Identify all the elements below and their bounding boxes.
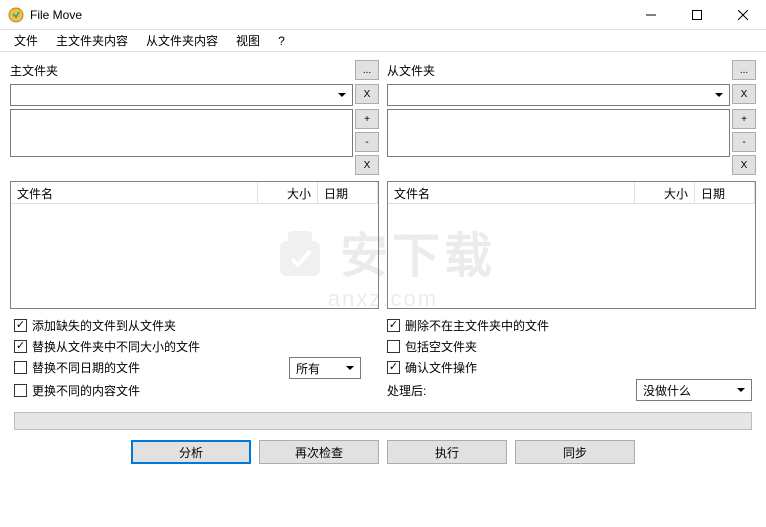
main-folder-label: 主文件夹 bbox=[10, 62, 355, 79]
process-after-select[interactable]: 没做什么 bbox=[636, 379, 752, 401]
window-controls bbox=[628, 0, 766, 30]
execute-button[interactable]: 执行 bbox=[387, 440, 507, 464]
close-button[interactable] bbox=[720, 0, 766, 30]
chk-confirm-ops[interactable] bbox=[387, 361, 400, 374]
sub-folder-listbox[interactable] bbox=[387, 109, 730, 157]
recheck-button[interactable]: 再次检查 bbox=[259, 440, 379, 464]
sub-folder-combo[interactable] bbox=[387, 84, 730, 106]
chk-replace-diff-date[interactable] bbox=[14, 361, 27, 374]
main-list-add-button[interactable]: + bbox=[355, 109, 379, 129]
sub-list-add-button[interactable]: + bbox=[732, 109, 756, 129]
menu-help[interactable]: ? bbox=[270, 32, 293, 50]
chk-replace-diff-content[interactable] bbox=[14, 384, 27, 397]
main-file-table[interactable]: 文件名 大小 日期 bbox=[10, 181, 379, 309]
minimize-button[interactable] bbox=[628, 0, 674, 30]
sub-list-clear-button[interactable]: X bbox=[732, 155, 756, 175]
main-col-size[interactable]: 大小 bbox=[258, 182, 318, 203]
lbl-delete-not-in-main: 删除不在主文件夹中的文件 bbox=[405, 317, 549, 334]
sub-list-remove-button[interactable]: - bbox=[732, 132, 756, 152]
options-area: 添加缺失的文件到从文件夹 替换从文件夹中不同大小的文件 替换不同日期的文件 所有… bbox=[0, 309, 766, 402]
process-after-value: 没做什么 bbox=[643, 384, 691, 398]
analyze-button[interactable]: 分析 bbox=[131, 440, 251, 464]
menu-view[interactable]: 视图 bbox=[228, 30, 268, 51]
lbl-add-missing: 添加缺失的文件到从文件夹 bbox=[32, 317, 176, 334]
titlebar: File Move bbox=[0, 0, 766, 30]
bottom-buttons: 分析 再次检查 执行 同步 bbox=[0, 434, 766, 472]
chk-add-missing[interactable] bbox=[14, 319, 27, 332]
sub-combo-clear-button[interactable]: X bbox=[732, 84, 756, 104]
progress-bar bbox=[14, 412, 752, 430]
main-col-date[interactable]: 日期 bbox=[318, 182, 378, 203]
main-list-clear-button[interactable]: X bbox=[355, 155, 379, 175]
app-icon bbox=[8, 7, 24, 23]
sub-folder-label: 从文件夹 bbox=[387, 62, 732, 79]
main-folder-combo[interactable] bbox=[10, 84, 353, 106]
date-select[interactable]: 所有 bbox=[289, 357, 361, 379]
menubar: 文件 主文件夹内容 从文件夹内容 视图 ? bbox=[0, 30, 766, 52]
right-options: 删除不在主文件夹中的文件 包括空文件夹 确认文件操作 处理后: 没做什么 bbox=[387, 315, 752, 402]
main-folder-pane: 主文件夹 ... X + - X 文件名 大小 日期 bbox=[10, 60, 379, 309]
main-list-remove-button[interactable]: - bbox=[355, 132, 379, 152]
lbl-include-empty: 包括空文件夹 bbox=[405, 338, 477, 355]
main-area: 主文件夹 ... X + - X 文件名 大小 日期 从文件夹 ... bbox=[0, 52, 766, 309]
lbl-replace-diff-size: 替换从文件夹中不同大小的文件 bbox=[32, 338, 200, 355]
sub-col-size[interactable]: 大小 bbox=[635, 182, 695, 203]
menu-main-folder-content[interactable]: 主文件夹内容 bbox=[48, 30, 136, 51]
date-select-value: 所有 bbox=[296, 362, 320, 376]
sub-file-table[interactable]: 文件名 大小 日期 bbox=[387, 181, 756, 309]
maximize-button[interactable] bbox=[674, 0, 720, 30]
progress-area bbox=[0, 402, 766, 434]
menu-sub-folder-content[interactable]: 从文件夹内容 bbox=[138, 30, 226, 51]
sync-button[interactable]: 同步 bbox=[515, 440, 635, 464]
chk-include-empty[interactable] bbox=[387, 340, 400, 353]
sub-col-name[interactable]: 文件名 bbox=[388, 182, 635, 203]
left-options: 添加缺失的文件到从文件夹 替换从文件夹中不同大小的文件 替换不同日期的文件 所有… bbox=[14, 315, 379, 402]
main-folder-listbox[interactable] bbox=[10, 109, 353, 157]
menu-file[interactable]: 文件 bbox=[6, 30, 46, 51]
main-browse-button[interactable]: ... bbox=[355, 60, 379, 80]
main-combo-clear-button[interactable]: X bbox=[355, 84, 379, 104]
lbl-replace-diff-date: 替换不同日期的文件 bbox=[32, 359, 140, 376]
sub-browse-button[interactable]: ... bbox=[732, 60, 756, 80]
sub-folder-pane: 从文件夹 ... X + - X 文件名 大小 日期 bbox=[387, 60, 756, 309]
lbl-confirm-ops: 确认文件操作 bbox=[405, 359, 477, 376]
lbl-replace-diff-content: 更换不同的内容文件 bbox=[32, 382, 140, 399]
sub-col-date[interactable]: 日期 bbox=[695, 182, 755, 203]
lbl-process-after: 处理后: bbox=[387, 382, 447, 399]
chk-delete-not-in-main[interactable] bbox=[387, 319, 400, 332]
window-title: File Move bbox=[30, 8, 628, 22]
main-col-name[interactable]: 文件名 bbox=[11, 182, 258, 203]
chk-replace-diff-size[interactable] bbox=[14, 340, 27, 353]
